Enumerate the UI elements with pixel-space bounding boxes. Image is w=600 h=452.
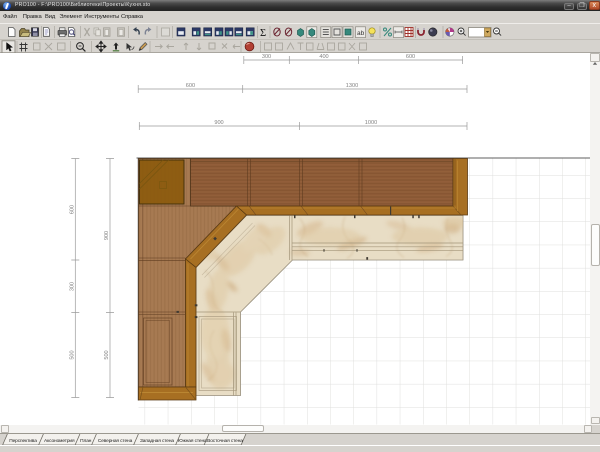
svg-text:500: 500 [69, 350, 75, 359]
svg-text:Южная стена: Южная стена [178, 438, 207, 444]
svg-text:ab: ab [357, 30, 365, 37]
svg-text:Северная стена: Северная стена [98, 438, 133, 444]
svg-text:Западная стена: Западная стена [140, 438, 174, 444]
svg-text:1000: 1000 [365, 120, 377, 126]
svg-text:План: План [80, 438, 92, 444]
svg-text:300: 300 [262, 54, 271, 60]
svg-text:900: 900 [104, 230, 110, 239]
svg-text:Σ: Σ [260, 28, 266, 39]
svg-text:500: 500 [104, 350, 110, 359]
svg-text:1300: 1300 [346, 83, 358, 89]
svg-text:600: 600 [69, 204, 75, 213]
svg-text:Перспектива: Перспектива [9, 438, 37, 444]
svg-text:Восточная стена: Восточная стена [207, 438, 243, 444]
svg-text:600: 600 [186, 83, 195, 89]
svg-text:900: 900 [214, 120, 223, 126]
svg-text:Аксонометрия: Аксонометрия [44, 438, 75, 444]
svg-text:400: 400 [319, 54, 328, 60]
svg-text:300: 300 [69, 281, 75, 290]
svg-text:600: 600 [406, 54, 415, 60]
